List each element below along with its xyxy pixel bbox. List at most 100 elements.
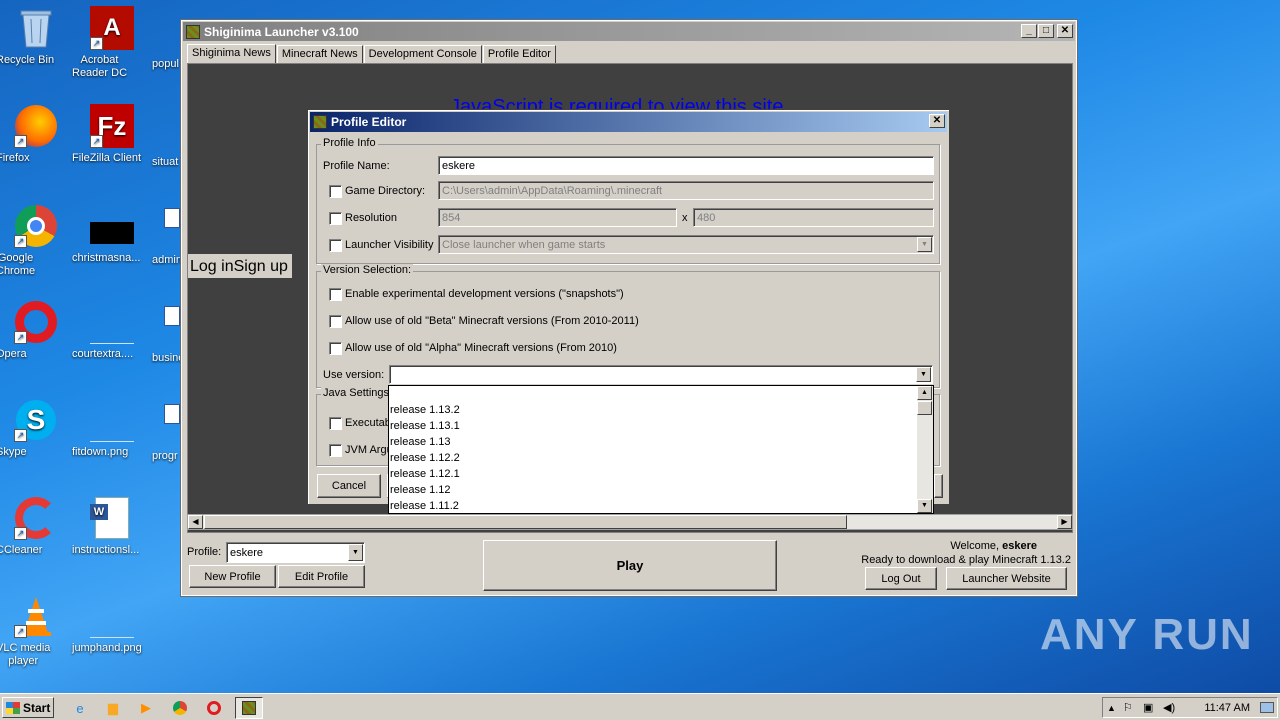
executable-label: Executab <box>345 417 391 429</box>
welcome-text: Welcome, eskere <box>950 540 1037 552</box>
desktop-icon-christmasna[interactable]: christmasna... <box>72 204 152 264</box>
taskbar: Start e ▆ ▶ ▲ ⚐ ▣ ◀) 11:47 AM <box>0 693 1280 720</box>
show-desktop-icon[interactable] <box>1260 702 1274 713</box>
clock[interactable]: 11:47 AM <box>1204 702 1250 714</box>
launcher-titlebar[interactable]: Shiginima Launcher v3.100 _ □ ✕ <box>183 22 1075 41</box>
edit-profile-button[interactable]: Edit Profile <box>278 565 365 588</box>
jvm-arguments-checkbox[interactable] <box>329 444 342 457</box>
chrome-taskbar-icon[interactable] <box>170 698 190 718</box>
desktop-icon-recycle-bin[interactable]: Recycle Bin <box>0 6 76 66</box>
launcher-taskbar-button[interactable] <box>235 697 263 719</box>
play-button[interactable]: Play <box>483 540 777 591</box>
tab-shiginima-news[interactable]: Shiginima News <box>187 44 276 64</box>
scrollbar-thumb[interactable] <box>917 401 932 415</box>
network-icon[interactable]: ▣ <box>1143 701 1153 714</box>
dialog-close-button[interactable]: ✕ <box>929 114 945 128</box>
minecraft-grass-block-icon <box>242 701 256 715</box>
desktop-icon-vlc[interactable]: ↗ VLC media player <box>0 594 76 667</box>
scroll-right-icon[interactable]: ▶ <box>1057 515 1072 529</box>
snapshots-checkbox[interactable] <box>329 288 342 301</box>
version-option[interactable]: release 1.13.1 <box>390 418 460 434</box>
version-option[interactable]: release 1.13 <box>390 434 451 450</box>
profile-editor-titlebar[interactable]: Profile Editor <box>310 112 947 132</box>
blank-file-icon <box>90 300 134 344</box>
new-profile-button[interactable]: New Profile <box>189 565 276 588</box>
desktop-icon-label: CCleaner <box>0 544 43 556</box>
recycle-bin-icon <box>14 6 58 50</box>
desktop-icon-partial[interactable]: admin <box>152 254 182 266</box>
maximize-button[interactable]: □ <box>1038 24 1054 38</box>
chevron-down-icon[interactable]: ▼ <box>348 544 363 561</box>
chevron-down-icon[interactable]: ▼ <box>916 367 931 382</box>
shortcut-arrow-icon: ↗ <box>14 331 27 344</box>
version-selection-title: Version Selection: <box>321 264 414 276</box>
version-option[interactable]: release 1.11.2 <box>390 498 459 514</box>
desktop-icon-partial[interactable]: popul <box>152 58 179 70</box>
profile-select[interactable]: eskere ▼ <box>226 542 365 563</box>
flag-icon[interactable]: ⚐ <box>1123 701 1133 714</box>
executable-checkbox[interactable] <box>329 417 342 430</box>
desktop-icon-instructions[interactable]: W instructionsl... <box>72 496 152 556</box>
log-out-button[interactable]: Log Out <box>865 567 937 590</box>
file-explorer-icon[interactable]: ▆ <box>103 698 123 718</box>
show-hidden-icons-icon[interactable]: ▲ <box>1107 703 1116 713</box>
status-text: Ready to download & play Minecraft 1.13.… <box>861 554 1071 566</box>
desktop-icon-label: courtextra.... <box>72 348 134 360</box>
login-signup-text[interactable]: Log inSign up <box>188 254 292 278</box>
desktop-icon-partial[interactable]: progr <box>152 450 178 462</box>
game-directory-input[interactable]: C:\Users\admin\AppData\Roaming\.minecraf… <box>438 181 934 200</box>
use-version-select[interactable]: ▼ <box>389 365 933 384</box>
version-dropdown-list[interactable]: release 1.13.2 release 1.13.1 release 1.… <box>388 385 934 514</box>
profile-info-title: Profile Info <box>321 137 378 149</box>
open-folder-button[interactable] <box>934 474 943 498</box>
launcher-website-button[interactable]: Launcher Website <box>946 567 1067 590</box>
version-option[interactable]: release 1.12.1 <box>390 466 460 482</box>
scroll-down-icon[interactable]: ▼ <box>917 499 932 513</box>
desktop-icon-partial[interactable]: situat <box>152 156 178 168</box>
welcome-prefix: Welcome, <box>950 540 1000 552</box>
launcher-visibility-checkbox[interactable] <box>329 239 342 252</box>
launcher-visibility-select[interactable]: Close launcher when game starts ▼ <box>438 235 934 254</box>
desktop-icon-jumphand[interactable]: jumphand.png <box>72 594 152 654</box>
close-button[interactable]: ✕ <box>1057 24 1073 38</box>
horizontal-scrollbar[interactable]: ◀ ▶ <box>187 514 1073 530</box>
version-option[interactable]: release 1.12 <box>390 482 451 498</box>
game-directory-checkbox[interactable] <box>329 185 342 198</box>
chevron-down-icon[interactable]: ▼ <box>917 237 932 252</box>
profile-name-input[interactable]: eskere <box>438 156 934 175</box>
alpha-checkbox[interactable] <box>329 342 342 355</box>
resolution-width-input[interactable]: 854 <box>438 208 677 227</box>
tab-development-console[interactable]: Development Console <box>363 45 482 64</box>
desktop-icon-fitdown[interactable]: fitdown.png <box>72 398 152 458</box>
version-option[interactable]: release 1.12.2 <box>390 450 460 466</box>
desktop-icon-chrome[interactable]: ↗ Google Chrome <box>0 204 76 277</box>
version-option[interactable]: release 1.13.2 <box>390 402 460 418</box>
desktop-icon-filezilla[interactable]: Fz ↗ FileZilla Client <box>72 104 152 164</box>
resolution-checkbox[interactable] <box>329 212 342 225</box>
minimize-button[interactable]: _ <box>1021 24 1037 38</box>
desktop-icon-acrobat[interactable]: A ↗ Acrobat Reader DC <box>72 6 152 79</box>
scroll-left-icon[interactable]: ◀ <box>188 515 203 529</box>
launcher-visibility-value: Close launcher when game starts <box>442 238 606 251</box>
resolution-height-input[interactable]: 480 <box>693 208 934 227</box>
scrollbar-thumb[interactable] <box>204 515 847 529</box>
desktop-icon-skype[interactable]: S ↗ Skype <box>0 398 76 458</box>
word-document-icon <box>164 208 180 228</box>
launcher-bottom-panel: Profile: eskere ▼ New Profile Edit Profi… <box>183 534 1075 594</box>
internet-explorer-icon[interactable]: e <box>70 698 90 718</box>
start-button[interactable]: Start <box>2 697 54 718</box>
tab-profile-editor[interactable]: Profile Editor <box>482 45 556 64</box>
volume-icon[interactable]: ◀) <box>1163 701 1175 714</box>
desktop-icon-firefox[interactable]: ↗ Firefox <box>0 104 76 164</box>
beta-checkbox[interactable] <box>329 315 342 328</box>
media-player-icon[interactable]: ▶ <box>136 698 156 718</box>
shortcut-arrow-icon: ↗ <box>14 527 27 540</box>
cancel-button[interactable]: Cancel <box>317 474 381 498</box>
desktop-icon-opera[interactable]: ↗ Opera <box>0 300 76 360</box>
version-list-scrollbar[interactable]: ▲ ▼ <box>917 386 933 513</box>
desktop-icon-ccleaner[interactable]: ↗ CCleaner <box>0 496 76 556</box>
opera-taskbar-icon[interactable] <box>204 698 224 718</box>
desktop-icon-courtextra[interactable]: courtextra.... <box>72 300 152 360</box>
scroll-up-icon[interactable]: ▲ <box>917 386 932 400</box>
tab-minecraft-news[interactable]: Minecraft News <box>276 45 363 64</box>
